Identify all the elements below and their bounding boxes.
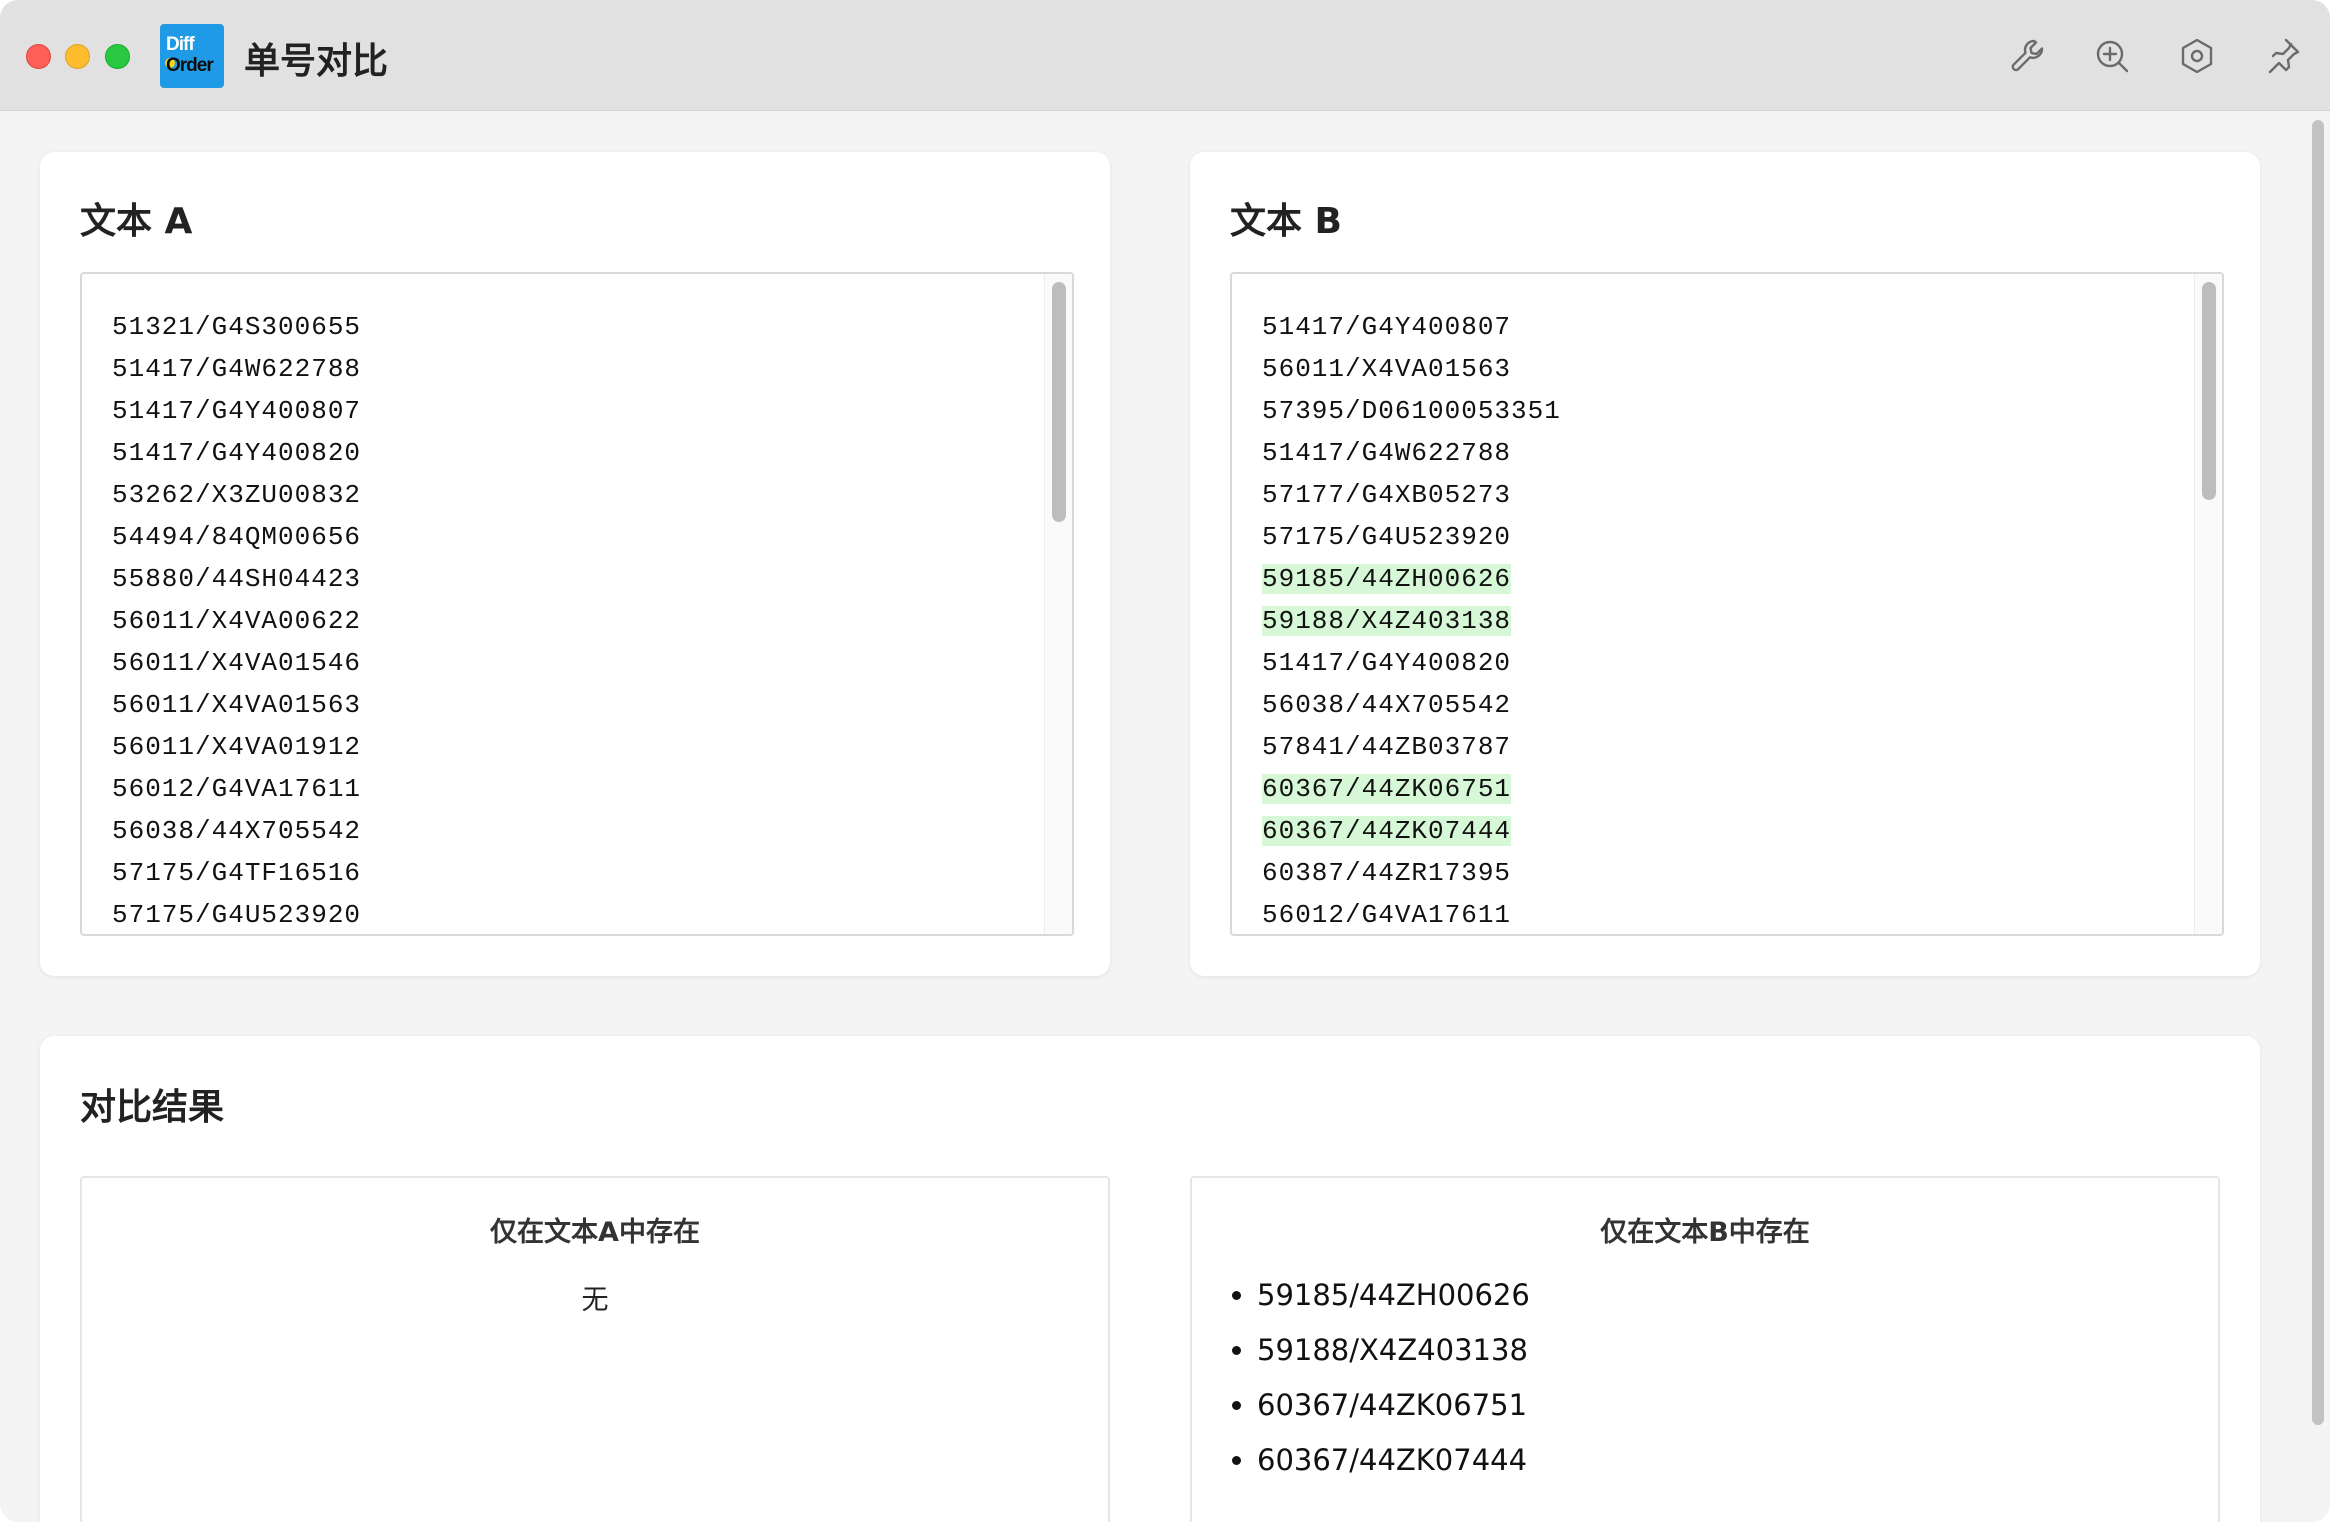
text-b-line-text: 59185/44ZH00626 <box>1262 564 1512 594</box>
only-a-heading: 仅在文本A中存在 <box>490 1217 700 1248</box>
text-b-line-highlighted: 59185/44ZH00626 <box>1262 558 1561 600</box>
text-b-line-text: 57175/G4U523920 <box>1262 522 1512 552</box>
bullet-icon <box>1232 1346 1241 1355</box>
text-b-line: 56038/44X705542 <box>1262 684 1561 726</box>
text-a-input[interactable]: 51321/G4S300655 51417/G4W622788 51417/G4Y4… <box>80 272 1074 936</box>
text-b-line-text: 51417/G4Y400807 <box>1262 312 1512 342</box>
text-b-line-highlighted: 60367/44ZK07444 <box>1262 810 1561 852</box>
pin-icon[interactable] <box>2260 34 2304 78</box>
text-b-line-text: 56038/44X705542 <box>1262 690 1512 720</box>
text-b-line: 56011/X4VA01563 <box>1262 348 1561 390</box>
text-b-line-text: 60387/44ZR17395 <box>1262 858 1512 888</box>
only-b-item: 60367/44ZK07444 <box>1232 1433 1530 1488</box>
window-scrollbar[interactable] <box>2312 120 2324 1425</box>
text-a-scroll-thumb[interactable] <box>1052 282 1066 522</box>
text-a-line: 55880/44SH04423 <box>112 564 362 594</box>
app-logo: Diff Order <box>160 24 224 88</box>
text-b-line: 51417/G4Y400807 <box>1262 306 1561 348</box>
text-a-line: 56011/X4VA01912 <box>112 732 362 762</box>
maximize-window-button[interactable] <box>105 44 130 69</box>
text-b-title: 文本 B <box>1230 201 1342 242</box>
only-b-heading: 仅在文本B中存在 <box>1600 1217 1810 1248</box>
text-b-line-text: 60367/44ZK06751 <box>1262 774 1512 804</box>
only-b-item: 59188/X4Z403138 <box>1232 1323 1530 1378</box>
text-b-line: 56012/G4VA17611 <box>1262 894 1561 934</box>
text-a-line: 51417/G4Y400807 <box>112 396 362 426</box>
text-b-card: 文本 B 51417/G4Y400807 56011/X4VA01563 57395… <box>1190 152 2260 976</box>
only-b-item-text: 60367/44ZK06751 <box>1257 1388 1528 1422</box>
text-a-line: 57175/G4TF16516 <box>112 858 362 888</box>
text-b-line: 57177/G4XB05273 <box>1262 474 1561 516</box>
text-b-line-text: 57177/G4XB05273 <box>1262 480 1512 510</box>
text-a-line: 51417/G4Y400820 <box>112 438 362 468</box>
text-b-line-text: 59188/X4Z403138 <box>1262 606 1512 636</box>
text-a-line: 56012/G4VA17611 <box>112 774 362 804</box>
text-a-line: 57175/G4U523920 <box>112 900 362 930</box>
only-a-panel: 仅在文本A中存在 无 <box>80 1176 1110 1522</box>
text-a-line: 56011/X4VA01563 <box>112 690 362 720</box>
text-b-line-text: 51417/G4Y400820 <box>1262 648 1512 678</box>
text-b-line-text: 57395/D06100053351 <box>1262 396 1561 426</box>
only-b-item-text: 59185/44ZH00626 <box>1257 1278 1530 1312</box>
bullet-icon <box>1232 1291 1241 1300</box>
text-b-line: 57841/44ZB03787 <box>1262 726 1561 768</box>
text-b-line: 57395/D06100053351 <box>1262 390 1561 432</box>
bullet-icon <box>1232 1456 1241 1465</box>
text-b-input[interactable]: 51417/G4Y400807 56011/X4VA01563 57395/D061… <box>1230 272 2224 936</box>
text-a-card: 文本 A 51321/G4S300655 51417/G4W622788 51417… <box>40 152 1110 976</box>
minimize-window-button[interactable] <box>65 44 90 69</box>
text-a-lines: 51321/G4S300655 51417/G4W622788 51417/G4Y4… <box>112 306 362 934</box>
text-b-line-text: 56012/G4VA17611 <box>1262 900 1512 930</box>
text-a-title: 文本 A <box>80 201 193 242</box>
text-b-line-highlighted: 59188/X4Z403138 <box>1262 600 1561 642</box>
text-b-line: 51417/G4W622788 <box>1262 432 1561 474</box>
text-a-line: 51417/G4W622788 <box>112 354 362 384</box>
logo-text-bottom: Order <box>166 55 214 76</box>
text-a-line: 53262/X3ZU00832 <box>112 480 362 510</box>
zoom-in-icon[interactable] <box>2090 34 2134 78</box>
results-card: 对比结果 仅在文本A中存在 无 仅在文本B中存在 59185/44ZH00626… <box>40 1036 2260 1522</box>
text-a-line: 56011/X4VA00622 <box>112 606 362 636</box>
text-b-lines: 51417/G4Y400807 56011/X4VA01563 57395/D061… <box>1262 306 1561 934</box>
text-b-line-text: 60367/44ZK07444 <box>1262 816 1512 846</box>
only-b-item: 60367/44ZK06751 <box>1232 1378 1530 1433</box>
app-title: 单号对比 <box>244 41 389 82</box>
title-bar: Diff Order 单号对比 <box>0 0 2330 111</box>
close-window-button[interactable] <box>26 44 51 69</box>
text-b-line-highlighted: 60367/44ZK06751 <box>1262 768 1561 810</box>
text-a-line: 56011/X4VA01546 <box>112 648 362 678</box>
text-b-line: 60387/44ZR17395 <box>1262 852 1561 894</box>
text-b-line: 57175/G4U523920 <box>1262 516 1561 558</box>
app-window: Diff Order 单号对比 文本 A 51321/G4S300655 514… <box>0 0 2330 1522</box>
bullet-icon <box>1232 1401 1241 1410</box>
text-b-line-text: 51417/G4W622788 <box>1262 438 1512 468</box>
text-a-scrollbar[interactable] <box>1044 274 1072 934</box>
text-b-line: 51417/G4Y400820 <box>1262 642 1561 684</box>
only-b-list: 59185/44ZH00626 59188/X4Z403138 60367/44ZK… <box>1232 1268 1530 1488</box>
only-a-empty-text: 无 <box>581 1285 609 1316</box>
settings-hexagon-icon[interactable] <box>2175 34 2219 78</box>
text-b-line-text: 56011/X4VA01563 <box>1262 354 1512 384</box>
text-a-line: 51321/G4S300655 <box>112 312 362 342</box>
only-b-item: 59185/44ZH00626 <box>1232 1268 1530 1323</box>
text-a-line: 54494/84QM00656 <box>112 522 362 552</box>
only-b-item-text: 59188/X4Z403138 <box>1257 1333 1528 1367</box>
text-b-scroll-thumb[interactable] <box>2202 282 2216 500</box>
only-b-panel: 仅在文本B中存在 59185/44ZH00626 59188/X4Z403138 6… <box>1190 1176 2220 1522</box>
wrench-icon[interactable] <box>2006 34 2050 78</box>
only-b-item-text: 60367/44ZK07444 <box>1257 1443 1528 1477</box>
text-b-scrollbar[interactable] <box>2194 274 2222 934</box>
logo-text-top: Diff <box>166 34 195 55</box>
text-b-line-text: 57841/44ZB03787 <box>1262 732 1512 762</box>
text-a-line: 56038/44X705542 <box>112 816 362 846</box>
results-title: 对比结果 <box>80 1087 225 1128</box>
